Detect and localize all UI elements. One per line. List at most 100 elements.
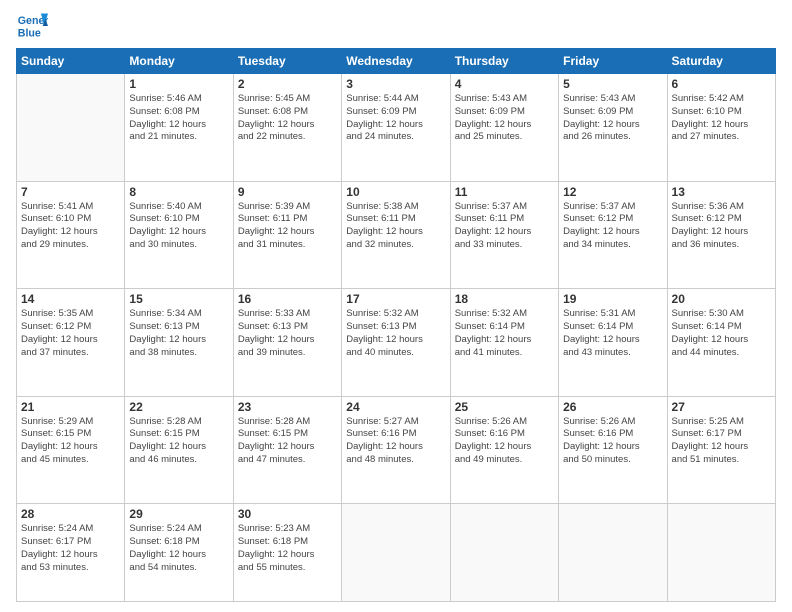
col-header-monday: Monday: [125, 49, 233, 74]
day-number: 4: [455, 77, 554, 91]
calendar-cell: 2 Sunrise: 5:45 AM Sunset: 6:08 PM Daylig…: [233, 74, 341, 182]
calendar-cell: 15 Sunrise: 5:34 AM Sunset: 6:13 PM Dayli…: [125, 289, 233, 397]
col-header-saturday: Saturday: [667, 49, 775, 74]
day-info: Sunrise: 5:43 AM Sunset: 6:09 PM Dayligh…: [563, 93, 662, 144]
calendar-cell: 19 Sunrise: 5:31 AM Sunset: 6:14 PM Dayli…: [559, 289, 667, 397]
calendar-cell: [559, 504, 667, 602]
day-number: 11: [455, 185, 554, 199]
day-number: 18: [455, 292, 554, 306]
calendar-cell: 5 Sunrise: 5:43 AM Sunset: 6:09 PM Daylig…: [559, 74, 667, 182]
day-info: Sunrise: 5:26 AM Sunset: 6:16 PM Dayligh…: [455, 416, 554, 467]
calendar-header-row: SundayMondayTuesdayWednesdayThursdayFrid…: [17, 49, 776, 74]
calendar-cell: 21Sunrise: 5:29 AM Sunset: 6:15 PM Dayli…: [17, 396, 125, 504]
day-number: 20: [672, 292, 771, 306]
calendar-cell: 26 Sunrise: 5:26 AM Sunset: 6:16 PM Dayli…: [559, 396, 667, 504]
page: General Blue SundayMondayTuesdayWednesda…: [0, 0, 792, 612]
day-number: 14: [21, 292, 120, 306]
day-info: Sunrise: 5:35 AM Sunset: 6:12 PM Dayligh…: [21, 308, 120, 359]
calendar-cell: 22 Sunrise: 5:28 AM Sunset: 6:15 PM Dayli…: [125, 396, 233, 504]
calendar-cell: 4Sunrise: 5:43 AM Sunset: 6:09 PM Daylig…: [450, 74, 558, 182]
calendar-table: SundayMondayTuesdayWednesdayThursdayFrid…: [16, 48, 776, 602]
svg-text:Blue: Blue: [18, 28, 41, 40]
day-info: Sunrise: 5:37 AM Sunset: 6:12 PM Dayligh…: [563, 201, 662, 252]
calendar-cell: 29 Sunrise: 5:24 AM Sunset: 6:18 PM Dayli…: [125, 504, 233, 602]
day-number: 15: [129, 292, 228, 306]
day-number: 22: [129, 400, 228, 414]
calendar-week-0: 1 Sunrise: 5:46 AM Sunset: 6:08 PM Daylig…: [17, 74, 776, 182]
calendar-cell: 1 Sunrise: 5:46 AM Sunset: 6:08 PM Daylig…: [125, 74, 233, 182]
calendar-cell: 9 Sunrise: 5:39 AM Sunset: 6:11 PM Daylig…: [233, 181, 341, 289]
day-info: Sunrise: 5:37 AM Sunset: 6:11 PM Dayligh…: [455, 201, 554, 252]
day-info: Sunrise: 5:29 AM Sunset: 6:15 PM Dayligh…: [21, 416, 120, 467]
day-number: 13: [672, 185, 771, 199]
day-number: 29: [129, 507, 228, 521]
col-header-sunday: Sunday: [17, 49, 125, 74]
day-info: Sunrise: 5:26 AM Sunset: 6:16 PM Dayligh…: [563, 416, 662, 467]
day-info: Sunrise: 5:39 AM Sunset: 6:11 PM Dayligh…: [238, 201, 337, 252]
calendar-week-3: 21Sunrise: 5:29 AM Sunset: 6:15 PM Dayli…: [17, 396, 776, 504]
calendar-week-2: 14 Sunrise: 5:35 AM Sunset: 6:12 PM Dayli…: [17, 289, 776, 397]
calendar-cell: 8Sunrise: 5:40 AM Sunset: 6:10 PM Daylig…: [125, 181, 233, 289]
calendar-week-4: 28 Sunrise: 5:24 AM Sunset: 6:17 PM Dayli…: [17, 504, 776, 602]
day-info: Sunrise: 5:38 AM Sunset: 6:11 PM Dayligh…: [346, 201, 445, 252]
logo: General Blue: [16, 10, 52, 42]
day-info: Sunrise: 5:46 AM Sunset: 6:08 PM Dayligh…: [129, 93, 228, 144]
col-header-friday: Friday: [559, 49, 667, 74]
calendar-cell: 13 Sunrise: 5:36 AM Sunset: 6:12 PM Dayli…: [667, 181, 775, 289]
header: General Blue: [16, 10, 776, 42]
col-header-thursday: Thursday: [450, 49, 558, 74]
day-info: Sunrise: 5:28 AM Sunset: 6:15 PM Dayligh…: [129, 416, 228, 467]
calendar-cell: [667, 504, 775, 602]
day-info: Sunrise: 5:30 AM Sunset: 6:14 PM Dayligh…: [672, 308, 771, 359]
day-number: 24: [346, 400, 445, 414]
day-number: 17: [346, 292, 445, 306]
calendar-cell: 7 Sunrise: 5:41 AM Sunset: 6:10 PM Daylig…: [17, 181, 125, 289]
day-number: 1: [129, 77, 228, 91]
day-number: 9: [238, 185, 337, 199]
day-number: 12: [563, 185, 662, 199]
day-info: Sunrise: 5:44 AM Sunset: 6:09 PM Dayligh…: [346, 93, 445, 144]
day-number: 23: [238, 400, 337, 414]
calendar-cell: 24Sunrise: 5:27 AM Sunset: 6:16 PM Dayli…: [342, 396, 450, 504]
calendar-cell: 12 Sunrise: 5:37 AM Sunset: 6:12 PM Dayli…: [559, 181, 667, 289]
day-info: Sunrise: 5:28 AM Sunset: 6:15 PM Dayligh…: [238, 416, 337, 467]
calendar-cell: 6 Sunrise: 5:42 AM Sunset: 6:10 PM Daylig…: [667, 74, 775, 182]
calendar-cell: 17 Sunrise: 5:32 AM Sunset: 6:13 PM Dayli…: [342, 289, 450, 397]
calendar-cell: [342, 504, 450, 602]
calendar-cell: 16Sunrise: 5:33 AM Sunset: 6:13 PM Dayli…: [233, 289, 341, 397]
logo-icon: General Blue: [16, 10, 48, 42]
day-number: 8: [129, 185, 228, 199]
calendar-cell: 30Sunrise: 5:23 AM Sunset: 6:18 PM Dayli…: [233, 504, 341, 602]
day-number: 7: [21, 185, 120, 199]
day-number: 28: [21, 507, 120, 521]
calendar-cell: 11 Sunrise: 5:37 AM Sunset: 6:11 PM Dayli…: [450, 181, 558, 289]
calendar-cell: 3 Sunrise: 5:44 AM Sunset: 6:09 PM Daylig…: [342, 74, 450, 182]
calendar-cell: 28 Sunrise: 5:24 AM Sunset: 6:17 PM Dayli…: [17, 504, 125, 602]
col-header-wednesday: Wednesday: [342, 49, 450, 74]
day-info: Sunrise: 5:36 AM Sunset: 6:12 PM Dayligh…: [672, 201, 771, 252]
day-number: 27: [672, 400, 771, 414]
day-number: 2: [238, 77, 337, 91]
day-info: Sunrise: 5:32 AM Sunset: 6:13 PM Dayligh…: [346, 308, 445, 359]
day-number: 3: [346, 77, 445, 91]
day-info: Sunrise: 5:41 AM Sunset: 6:10 PM Dayligh…: [21, 201, 120, 252]
day-info: Sunrise: 5:42 AM Sunset: 6:10 PM Dayligh…: [672, 93, 771, 144]
calendar-cell: 10 Sunrise: 5:38 AM Sunset: 6:11 PM Dayli…: [342, 181, 450, 289]
day-number: 6: [672, 77, 771, 91]
day-info: Sunrise: 5:23 AM Sunset: 6:18 PM Dayligh…: [238, 523, 337, 574]
day-info: Sunrise: 5:31 AM Sunset: 6:14 PM Dayligh…: [563, 308, 662, 359]
day-number: 10: [346, 185, 445, 199]
day-number: 16: [238, 292, 337, 306]
day-number: 5: [563, 77, 662, 91]
day-number: 19: [563, 292, 662, 306]
calendar-cell: 20 Sunrise: 5:30 AM Sunset: 6:14 PM Dayli…: [667, 289, 775, 397]
calendar-cell: 27Sunrise: 5:25 AM Sunset: 6:17 PM Dayli…: [667, 396, 775, 504]
day-info: Sunrise: 5:24 AM Sunset: 6:18 PM Dayligh…: [129, 523, 228, 574]
day-info: Sunrise: 5:24 AM Sunset: 6:17 PM Dayligh…: [21, 523, 120, 574]
day-info: Sunrise: 5:32 AM Sunset: 6:14 PM Dayligh…: [455, 308, 554, 359]
day-info: Sunrise: 5:34 AM Sunset: 6:13 PM Dayligh…: [129, 308, 228, 359]
day-number: 26: [563, 400, 662, 414]
calendar-week-1: 7 Sunrise: 5:41 AM Sunset: 6:10 PM Daylig…: [17, 181, 776, 289]
day-info: Sunrise: 5:45 AM Sunset: 6:08 PM Dayligh…: [238, 93, 337, 144]
calendar-cell: [17, 74, 125, 182]
